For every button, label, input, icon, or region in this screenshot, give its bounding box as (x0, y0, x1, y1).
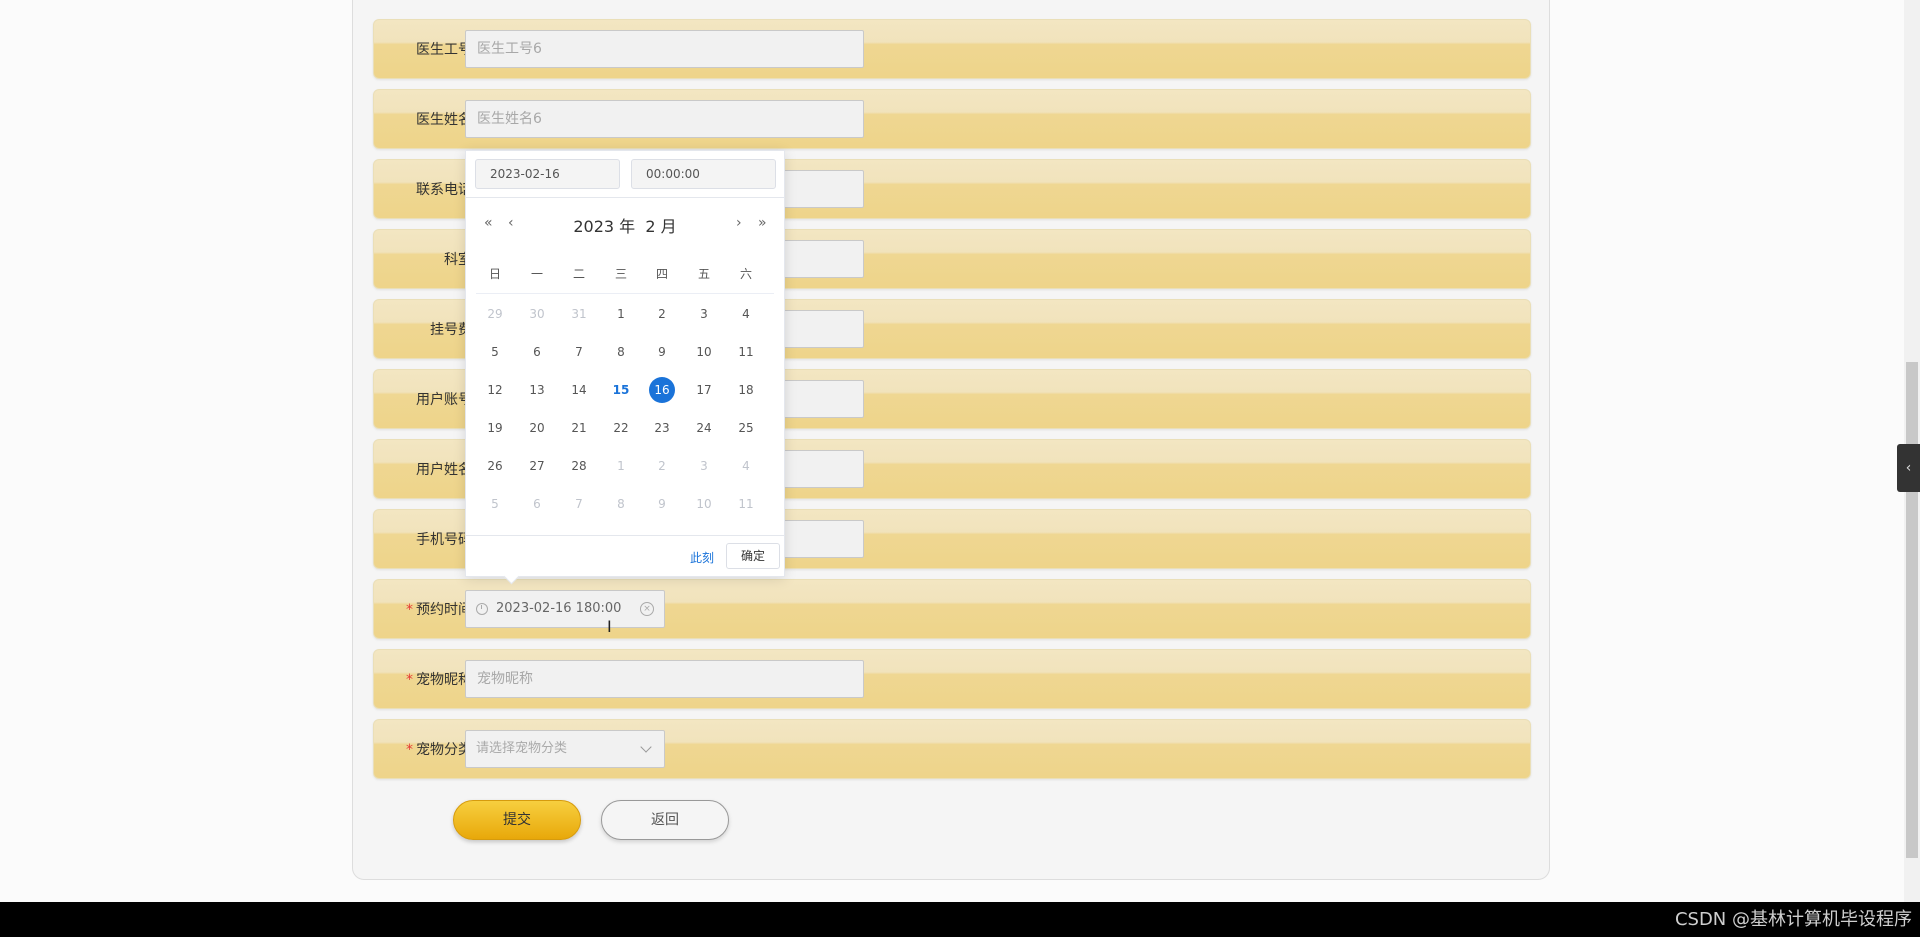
weekday-header: 四 (655, 267, 668, 281)
now-button[interactable]: 此刻 (690, 549, 714, 566)
form-row-label: 医生工号 (416, 42, 472, 58)
calendar-day[interactable]: 12 (482, 377, 508, 403)
calendar-day[interactable]: 1 (608, 301, 634, 327)
required-star: * (406, 672, 413, 688)
confirm-button[interactable]: 确定 (726, 543, 780, 569)
pet-category-placeholder: 请选择宠物分类 (476, 741, 568, 756)
calendar-day[interactable]: 10 (691, 491, 717, 517)
form-row-pet-name: * 宠物昵称 宠物昵称 (373, 649, 1531, 709)
next-month-icon[interactable]: › (736, 215, 742, 231)
clear-icon[interactable]: × (640, 602, 654, 616)
bottom-bar (0, 902, 1920, 937)
calendar-day[interactable]: 30 (524, 301, 550, 327)
appointment-time-label: * 预约时间 (406, 602, 472, 618)
calendar-day[interactable]: 28 (566, 453, 592, 479)
calendar-day[interactable]: 25 (733, 415, 759, 441)
pet-name-label: * 宠物昵称 (406, 672, 472, 688)
clock-icon (476, 603, 488, 615)
calendar-day[interactable]: 26 (482, 453, 508, 479)
date-time-picker: 2023-02-16 00:00:00 « ‹ 2023 年 2 月 › » 日… (465, 150, 785, 577)
calendar-day[interactable]: 11 (733, 339, 759, 365)
calendar-day[interactable]: 7 (566, 491, 592, 517)
form-row-label: 手机号码 (416, 532, 472, 548)
calendar-day[interactable]: 7 (566, 339, 592, 365)
calendar-day[interactable]: 23 (649, 415, 675, 441)
form-row-label: 医生姓名 (416, 112, 472, 128)
calendar-day[interactable]: 9 (649, 339, 675, 365)
calendar-day[interactable]: 22 (608, 415, 634, 441)
next-year-icon[interactable]: » (758, 215, 767, 231)
calendar-day[interactable]: 27 (524, 453, 550, 479)
weekday-header: 六 (739, 267, 752, 281)
watermark: CSDN @基林计算机毕设程序 (1674, 909, 1912, 930)
weekday-header: 五 (697, 267, 710, 281)
required-star: * (406, 742, 413, 758)
weekday-header: 三 (614, 267, 627, 281)
calendar-day[interactable]: 1 (608, 453, 634, 479)
picker-date-input[interactable]: 2023-02-16 (475, 159, 620, 189)
calendar-day[interactable]: 18 (733, 377, 759, 403)
form-row: 医生姓名 医生姓名6 (373, 89, 1531, 149)
calendar-day[interactable]: 11 (733, 491, 759, 517)
picker-time-input[interactable]: 00:00:00 (631, 159, 776, 189)
required-star: * (406, 602, 413, 618)
calendar-day[interactable]: 3 (691, 301, 717, 327)
calendar-day[interactable]: 5 (482, 339, 508, 365)
pet-name-input[interactable]: 宠物昵称 (465, 660, 864, 698)
calendar-day[interactable]: 4 (733, 301, 759, 327)
form-row-input[interactable]: 医生姓名6 (465, 100, 864, 138)
text-cursor-icon: I (607, 617, 612, 636)
calendar-day[interactable]: 14 (566, 377, 592, 403)
calendar-day[interactable]: 13 (524, 377, 550, 403)
selected-day[interactable]: 16 (649, 377, 675, 403)
form-row-label: 联系电话 (416, 182, 472, 198)
collapse-sidebar-icon[interactable]: ‹ (1897, 444, 1920, 492)
calendar-day[interactable]: 2 (649, 301, 675, 327)
calendar-day[interactable]: 5 (482, 491, 508, 517)
form-row-pet-category: * 宠物分类 请选择宠物分类 (373, 719, 1531, 779)
scrollbar-thumb[interactable] (1906, 362, 1918, 858)
form-row-label: 用户姓名 (416, 462, 472, 478)
pet-category-label: * 宠物分类 (406, 742, 472, 758)
form-row-label: 用户账号 (416, 392, 472, 408)
calendar-day[interactable]: 17 (691, 377, 717, 403)
weekday-header: 二 (572, 267, 585, 281)
calendar-day[interactable]: 19 (482, 415, 508, 441)
calendar-day[interactable]: 29 (482, 301, 508, 327)
weekday-divider (476, 293, 774, 294)
appointment-time-input[interactable]: 2023-02-16 180:00 × (465, 590, 665, 628)
picker-footer-divider (466, 535, 784, 536)
calendar-day[interactable]: 8 (608, 339, 634, 365)
chevron-down-icon (640, 741, 652, 753)
picker-divider (466, 197, 784, 198)
calendar-day[interactable]: 31 (566, 301, 592, 327)
calendar-day[interactable]: 4 (733, 453, 759, 479)
calendar-day[interactable]: 3 (691, 453, 717, 479)
calendar-day[interactable]: 10 (691, 339, 717, 365)
weekday-header: 日 (488, 267, 501, 281)
back-button[interactable]: 返回 (601, 800, 729, 840)
calendar-day[interactable]: 20 (524, 415, 550, 441)
calendar-day[interactable]: 6 (524, 339, 550, 365)
calendar-day[interactable]: 6 (524, 491, 550, 517)
weekday-header: 一 (530, 267, 543, 281)
form-row-input[interactable]: 医生工号6 (465, 30, 864, 68)
form-row-appointment-time: * 预约时间 2023-02-16 180:00 × (373, 579, 1531, 639)
today-day[interactable]: 15 (608, 377, 634, 403)
form-row: 医生工号 医生工号6 (373, 19, 1531, 79)
appointment-time-value: 2023-02-16 180:00 (496, 601, 622, 616)
calendar-day[interactable]: 2 (649, 453, 675, 479)
calendar-day[interactable]: 8 (608, 491, 634, 517)
calendar-day[interactable]: 9 (649, 491, 675, 517)
pet-category-select[interactable]: 请选择宠物分类 (465, 730, 665, 768)
submit-button[interactable]: 提交 (453, 800, 581, 840)
calendar-day[interactable]: 24 (691, 415, 717, 441)
calendar-day[interactable]: 21 (566, 415, 592, 441)
